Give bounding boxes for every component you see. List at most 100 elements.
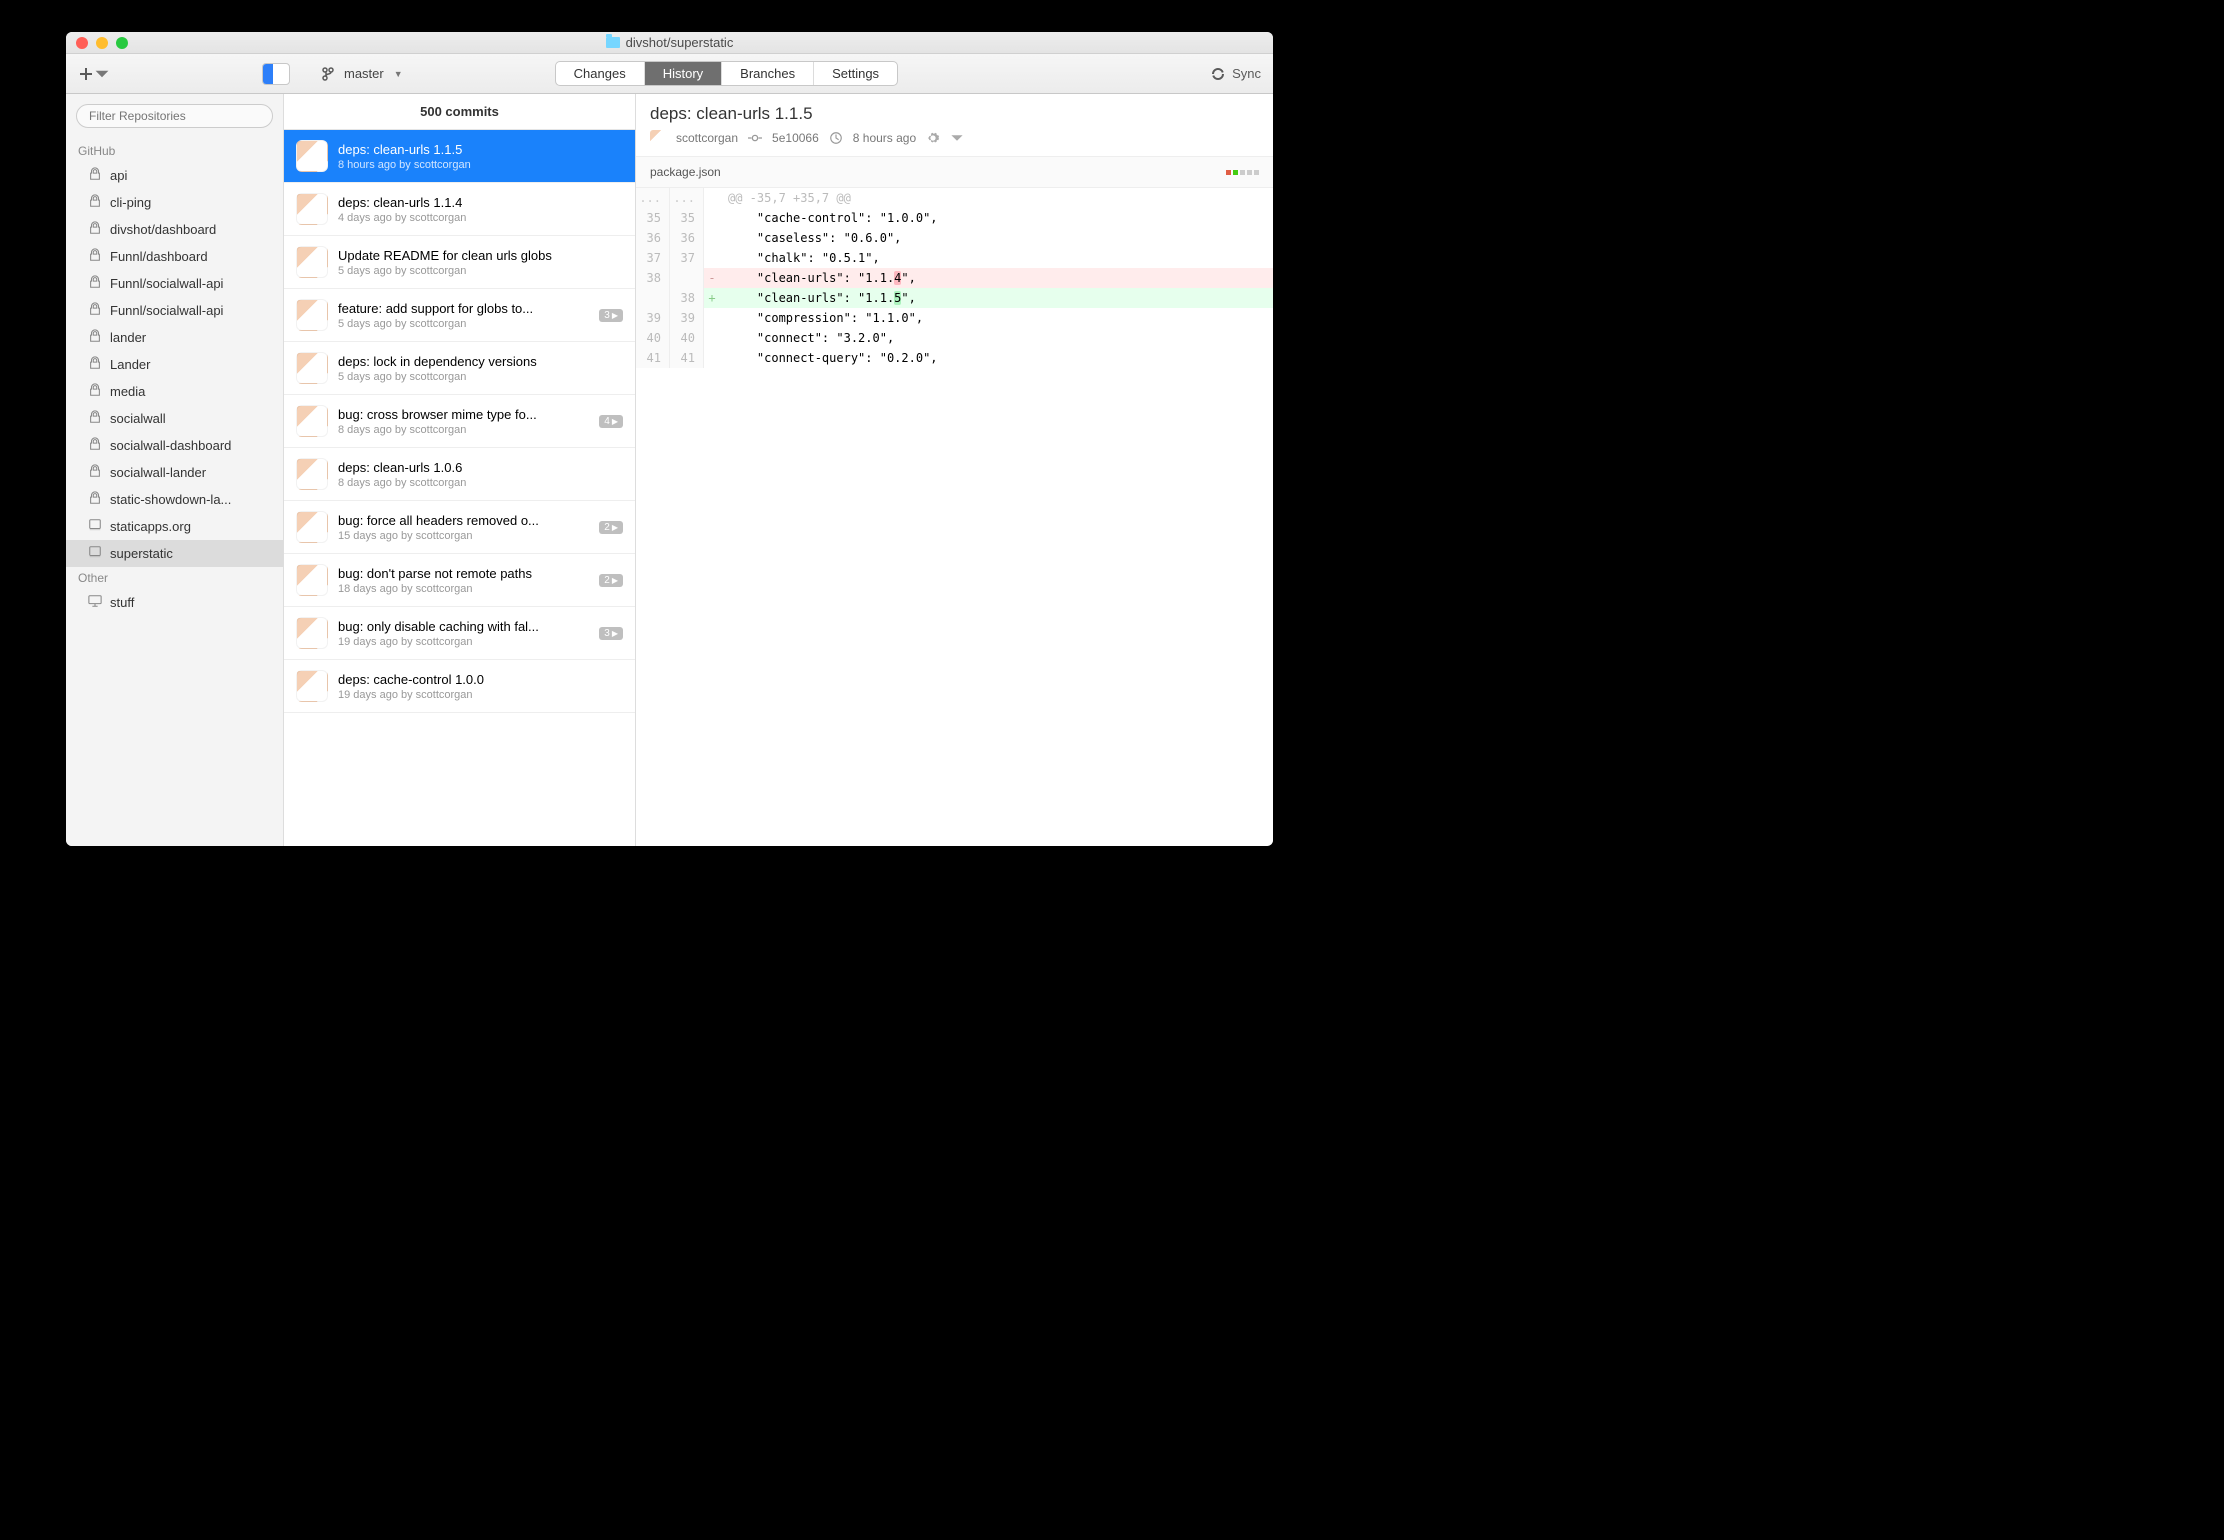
- commit-meta: 4 days ago by scottcorgan: [338, 212, 623, 224]
- commit-title: feature: add support for globs to...: [338, 301, 589, 316]
- commit-item[interactable]: bug: don't parse not remote paths18 days…: [284, 554, 635, 607]
- minimize-window-button[interactable]: [96, 37, 108, 49]
- commit-title: Update README for clean urls globs: [338, 248, 623, 263]
- avatar: [296, 299, 328, 331]
- diff-view: ......@@ -35,7 +35,7 @@3535 "cache-contr…: [636, 188, 1273, 368]
- commit-detail-title: deps: clean-urls 1.1.5: [650, 104, 1259, 124]
- sidebar-item[interactable]: Funnl/socialwall-api: [66, 270, 283, 297]
- sidebar-item[interactable]: superstatic: [66, 540, 283, 567]
- commit-file-count-badge: 3 ▶: [599, 627, 623, 640]
- commit-title: bug: force all headers removed o...: [338, 513, 589, 528]
- commit-item[interactable]: deps: clean-urls 1.0.68 days ago by scot…: [284, 448, 635, 501]
- commit-item[interactable]: deps: clean-urls 1.1.5 8 hours ago by sco…: [284, 130, 635, 183]
- sidebar-item-label: api: [110, 168, 127, 183]
- sidebar-item[interactable]: socialwall-dashboard: [66, 432, 283, 459]
- window-title: divshot/superstatic: [626, 35, 734, 50]
- add-button[interactable]: [78, 66, 110, 82]
- commit-author: scottcorgan: [676, 131, 738, 145]
- titlebar: divshot/superstatic: [66, 32, 1273, 54]
- lock-icon: [88, 491, 102, 508]
- repo-icon: [88, 545, 102, 562]
- commit-meta: 15 days ago by scottcorgan: [338, 530, 589, 542]
- diff-line: 4141 "connect-query": "0.2.0",: [636, 348, 1273, 368]
- diff-line: 3636 "caseless": "0.6.0",: [636, 228, 1273, 248]
- avatar: [296, 670, 328, 702]
- lock-icon: [88, 464, 102, 481]
- avatar: [296, 405, 328, 437]
- sidebar-toggle-button[interactable]: [262, 63, 290, 85]
- commit-item[interactable]: bug: cross browser mime type fo...8 days…: [284, 395, 635, 448]
- sync-label: Sync: [1232, 66, 1261, 81]
- commit-file-count-badge: 2 ▶: [599, 574, 623, 587]
- commit-item[interactable]: bug: force all headers removed o... 15 da…: [284, 501, 635, 554]
- sidebar-item-label: Funnl/socialwall-api: [110, 303, 223, 318]
- sidebar-item[interactable]: stuff: [66, 589, 283, 616]
- main-content: GitHubapicli-pingdivshot/dashboardFunnl/…: [66, 94, 1273, 846]
- commit-detail-meta: scottcorgan 5e10066 8 hours ago: [650, 130, 1259, 146]
- sidebar-item[interactable]: Funnl/dashboard: [66, 243, 283, 270]
- sidebar-item-label: Funnl/dashboard: [110, 249, 208, 264]
- sidebar-item-label: Lander: [110, 357, 150, 372]
- sync-button[interactable]: Sync: [1210, 66, 1261, 82]
- sidebar-item[interactable]: cli-ping: [66, 189, 283, 216]
- desktop-icon: [88, 594, 102, 611]
- sidebar-item[interactable]: api: [66, 162, 283, 189]
- commit-title: deps: lock in dependency versions: [338, 354, 623, 369]
- commit-item[interactable]: deps: cache-control 1.0.019 days ago by …: [284, 660, 635, 713]
- avatar: [296, 564, 328, 596]
- tab-changes[interactable]: Changes: [556, 62, 645, 85]
- commit-meta: 5 days ago by scottcorgan: [338, 265, 623, 277]
- avatar: [296, 458, 328, 490]
- avatar: [296, 140, 328, 172]
- sidebar-item-label: static-showdown-la...: [110, 492, 231, 507]
- caret-down-icon[interactable]: [950, 131, 964, 145]
- commit-list-header: 500 commits: [284, 94, 635, 130]
- caret-down-icon: [94, 66, 110, 82]
- commit-meta: 8 hours ago by scottcorgan: [338, 159, 623, 171]
- sidebar-item[interactable]: Funnl/socialwall-api: [66, 297, 283, 324]
- sidebar-item[interactable]: lander: [66, 324, 283, 351]
- sidebar-item[interactable]: Lander: [66, 351, 283, 378]
- author-avatar: [650, 130, 666, 146]
- commit-item[interactable]: Update README for clean urls globs 5 days…: [284, 236, 635, 289]
- sidebar-item[interactable]: static-showdown-la...: [66, 486, 283, 513]
- diff-line: 3939 "compression": "1.1.0",: [636, 308, 1273, 328]
- commit-item[interactable]: deps: lock in dependency versions 5 days …: [284, 342, 635, 395]
- commit-title: deps: clean-urls 1.1.5: [338, 142, 623, 157]
- gear-icon[interactable]: [926, 131, 940, 145]
- diff-hunk-header: ......@@ -35,7 +35,7 @@: [636, 188, 1273, 208]
- toolbar: master ▼ Changes History Branches Settin…: [66, 54, 1273, 94]
- tab-settings[interactable]: Settings: [814, 62, 897, 85]
- close-window-button[interactable]: [76, 37, 88, 49]
- commit-meta: 19 days ago by scottcorgan: [338, 636, 589, 648]
- commit-title: deps: cache-control 1.0.0: [338, 672, 623, 687]
- lock-icon: [88, 167, 102, 184]
- avatar: [296, 193, 328, 225]
- commit-item[interactable]: deps: clean-urls 1.1.44 days ago by scot…: [284, 183, 635, 236]
- sidebar-item[interactable]: socialwall-lander: [66, 459, 283, 486]
- maximize-window-button[interactable]: [116, 37, 128, 49]
- branch-icon: [320, 66, 336, 82]
- tab-history[interactable]: History: [645, 62, 722, 85]
- diff-line: 4040 "connect": "3.2.0",: [636, 328, 1273, 348]
- commit-meta: 5 days ago by scottcorgan: [338, 318, 589, 330]
- sidebar-item[interactable]: socialwall: [66, 405, 283, 432]
- commit-list: 500 commits deps: clean-urls 1.1.5 8 hour…: [284, 94, 636, 846]
- commit-item[interactable]: feature: add support for globs to... 5 da…: [284, 289, 635, 342]
- sidebar-item[interactable]: staticapps.org: [66, 513, 283, 540]
- sidebar-item[interactable]: media: [66, 378, 283, 405]
- commit-meta: 5 days ago by scottcorgan: [338, 371, 623, 383]
- diff-line: 38- "clean-urls": "1.1.4",: [636, 268, 1273, 288]
- commit-meta: 18 days ago by scottcorgan: [338, 583, 589, 595]
- branch-selector[interactable]: master ▼: [320, 66, 403, 82]
- avatar: [296, 246, 328, 278]
- commit-icon: [748, 131, 762, 145]
- commit-meta: 8 days ago by scottcorgan: [338, 424, 589, 436]
- sidebar-item[interactable]: divshot/dashboard: [66, 216, 283, 243]
- avatar: [296, 511, 328, 543]
- tab-branches[interactable]: Branches: [722, 62, 814, 85]
- sidebar-item-label: cli-ping: [110, 195, 151, 210]
- filter-repos-input[interactable]: [76, 104, 273, 128]
- diff-filename: package.json: [650, 165, 721, 179]
- commit-item[interactable]: bug: only disable caching with fal...19 …: [284, 607, 635, 660]
